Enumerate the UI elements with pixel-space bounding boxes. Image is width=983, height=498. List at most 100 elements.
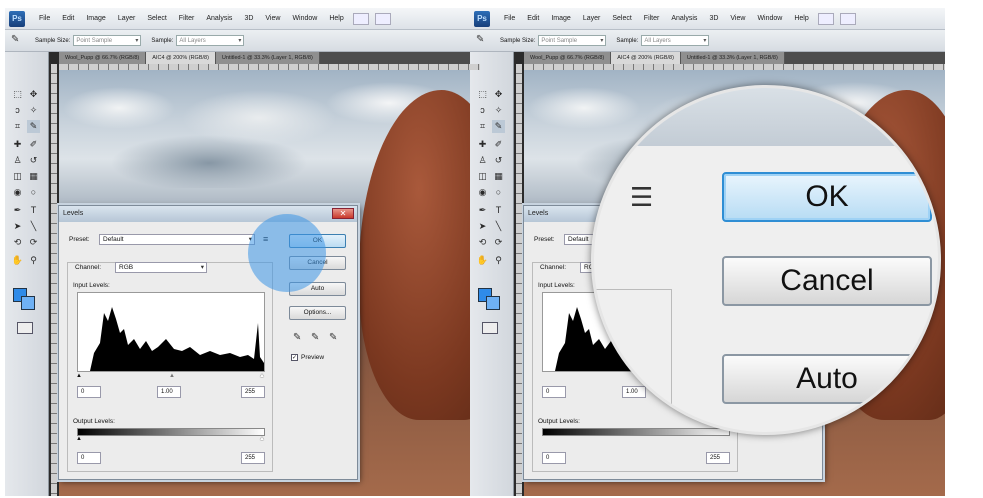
eraser-tool-icon[interactable]: ◫: [476, 170, 489, 183]
menu-layer[interactable]: Layer: [118, 15, 136, 22]
menu-select[interactable]: Select: [147, 15, 166, 22]
output-white-field[interactable]: 255: [706, 452, 730, 464]
pen-tool-icon[interactable]: ✒: [11, 204, 24, 217]
blur-tool-icon[interactable]: ◉: [476, 186, 489, 199]
crop-tool-icon[interactable]: ⌗: [476, 120, 489, 133]
marquee-tool-icon[interactable]: ⬚: [476, 88, 489, 101]
path-selection-icon[interactable]: ➤: [476, 220, 489, 233]
black-eyedropper-icon[interactable]: ✎: [293, 332, 301, 343]
3d-orbit-icon[interactable]: ⟳: [492, 236, 505, 249]
white-eyedropper-icon[interactable]: ✎: [329, 332, 337, 343]
eyedropper-tool-icon[interactable]: ✎: [11, 34, 25, 48]
ok-button-magnified[interactable]: OK: [722, 172, 932, 222]
menu-analysis[interactable]: Analysis: [671, 15, 697, 22]
menu-3d[interactable]: 3D: [244, 15, 253, 22]
zoom-tool-icon[interactable]: ⚲: [492, 254, 505, 267]
shape-tool-icon[interactable]: ╲: [27, 220, 40, 233]
menu-analysis[interactable]: Analysis: [206, 15, 232, 22]
history-brush-icon[interactable]: ↺: [27, 154, 40, 167]
menu-window[interactable]: Window: [757, 15, 782, 22]
path-selection-icon[interactable]: ➤: [11, 220, 24, 233]
menu-filter[interactable]: Filter: [644, 15, 660, 22]
menu-help[interactable]: Help: [794, 15, 808, 22]
menu-view[interactable]: View: [265, 15, 280, 22]
clone-stamp-icon[interactable]: ♙: [476, 154, 489, 167]
output-white-field[interactable]: 255: [241, 452, 265, 464]
move-tool-icon[interactable]: ✥: [27, 88, 40, 101]
input-white-field[interactable]: 255: [241, 386, 265, 398]
dodge-tool-icon[interactable]: ○: [492, 186, 505, 199]
preview-checkbox[interactable]: ✓: [291, 354, 298, 361]
menu-layer[interactable]: Layer: [583, 15, 601, 22]
marquee-tool-icon[interactable]: ⬚: [11, 88, 24, 101]
menu-image[interactable]: Image: [551, 15, 570, 22]
3d-orbit-icon[interactable]: ⟳: [27, 236, 40, 249]
menu-help[interactable]: Help: [329, 15, 343, 22]
lasso-tool-icon[interactable]: ↄ: [11, 104, 24, 117]
menu-view[interactable]: View: [730, 15, 745, 22]
tab-document-2[interactable]: AIC4 @ 200% (RGB/8): [611, 52, 681, 64]
dodge-tool-icon[interactable]: ○: [27, 186, 40, 199]
menu-filter[interactable]: Filter: [179, 15, 195, 22]
background-color-swatch[interactable]: [21, 296, 35, 310]
preset-options-icon[interactable]: ☰: [630, 182, 653, 213]
tab-document-1[interactable]: Wool_Pupp @ 66.7% (RGB/8): [524, 52, 612, 64]
3d-rotate-icon[interactable]: ⟲: [11, 236, 24, 249]
input-black-slider[interactable]: ▲: [76, 373, 82, 379]
close-button[interactable]: ✕: [332, 208, 354, 219]
preset-select[interactable]: Default: [99, 234, 255, 245]
quick-mask-button[interactable]: [482, 322, 498, 334]
output-white-slider[interactable]: ▲: [259, 436, 265, 442]
lasso-tool-icon[interactable]: ↄ: [476, 104, 489, 117]
zoom-tool-icon[interactable]: ⚲: [27, 254, 40, 267]
menu-3d[interactable]: 3D: [709, 15, 718, 22]
sample-select[interactable]: All Layers: [176, 35, 245, 46]
move-tool-icon[interactable]: ✥: [492, 88, 505, 101]
options-button[interactable]: Options...: [289, 306, 346, 320]
brush-tool-icon[interactable]: ✐: [492, 138, 505, 151]
magic-wand-icon[interactable]: ✧: [492, 104, 505, 117]
menu-select[interactable]: Select: [612, 15, 631, 22]
output-black-field[interactable]: 0: [542, 452, 566, 464]
input-gamma-slider[interactable]: ▲: [169, 373, 175, 379]
sample-select[interactable]: All Layers: [641, 35, 710, 46]
type-tool-icon[interactable]: T: [27, 204, 40, 217]
screen-mode-button[interactable]: [839, 12, 856, 25]
channel-select[interactable]: RGB: [115, 262, 207, 273]
pen-tool-icon[interactable]: ✒: [476, 204, 489, 217]
eyedropper-tool-icon[interactable]: ✎: [476, 34, 490, 48]
magic-wand-icon[interactable]: ✧: [27, 104, 40, 117]
eraser-tool-icon[interactable]: ◫: [11, 170, 24, 183]
auto-button-magnified[interactable]: Auto: [722, 354, 932, 404]
gray-eyedropper-icon[interactable]: ✎: [311, 332, 319, 343]
input-black-field[interactable]: 0: [542, 386, 566, 398]
tab-document-1[interactable]: Wool_Pupp @ 66.7% (RGB/8): [59, 52, 147, 64]
tab-document-3[interactable]: Untitled-1 @ 33.3% (Layer 1, RGB/8): [215, 52, 320, 64]
input-black-field[interactable]: 0: [77, 386, 101, 398]
3d-rotate-icon[interactable]: ⟲: [476, 236, 489, 249]
hand-tool-icon[interactable]: ✋: [476, 254, 489, 267]
bridge-button[interactable]: [352, 12, 369, 25]
input-white-slider[interactable]: ▲: [259, 373, 265, 379]
screen-mode-button[interactable]: [374, 12, 391, 25]
gradient-tool-icon[interactable]: ▦: [27, 170, 40, 183]
tab-document-3[interactable]: Untitled-1 @ 33.3% (Layer 1, RGB/8): [680, 52, 785, 64]
menu-file[interactable]: File: [39, 15, 50, 22]
menu-image[interactable]: Image: [86, 15, 105, 22]
cancel-button-magnified[interactable]: Cancel: [722, 256, 932, 306]
background-color-swatch[interactable]: [486, 296, 500, 310]
eyedropper-tool-icon[interactable]: ✎: [492, 120, 505, 133]
sample-size-select[interactable]: Point Sample: [538, 35, 607, 46]
menu-edit[interactable]: Edit: [62, 15, 74, 22]
tab-document-2[interactable]: AIC4 @ 200% (RGB/8): [146, 52, 216, 64]
clone-stamp-icon[interactable]: ♙: [11, 154, 24, 167]
blur-tool-icon[interactable]: ◉: [11, 186, 24, 199]
history-brush-icon[interactable]: ↺: [492, 154, 505, 167]
crop-tool-icon[interactable]: ⌗: [11, 120, 24, 133]
brush-tool-icon[interactable]: ✐: [27, 138, 40, 151]
output-black-field[interactable]: 0: [77, 452, 101, 464]
eyedropper-tool-icon[interactable]: ✎: [27, 120, 40, 133]
output-black-slider[interactable]: ▲: [76, 436, 82, 442]
menu-file[interactable]: File: [504, 15, 515, 22]
gradient-tool-icon[interactable]: ▦: [492, 170, 505, 183]
